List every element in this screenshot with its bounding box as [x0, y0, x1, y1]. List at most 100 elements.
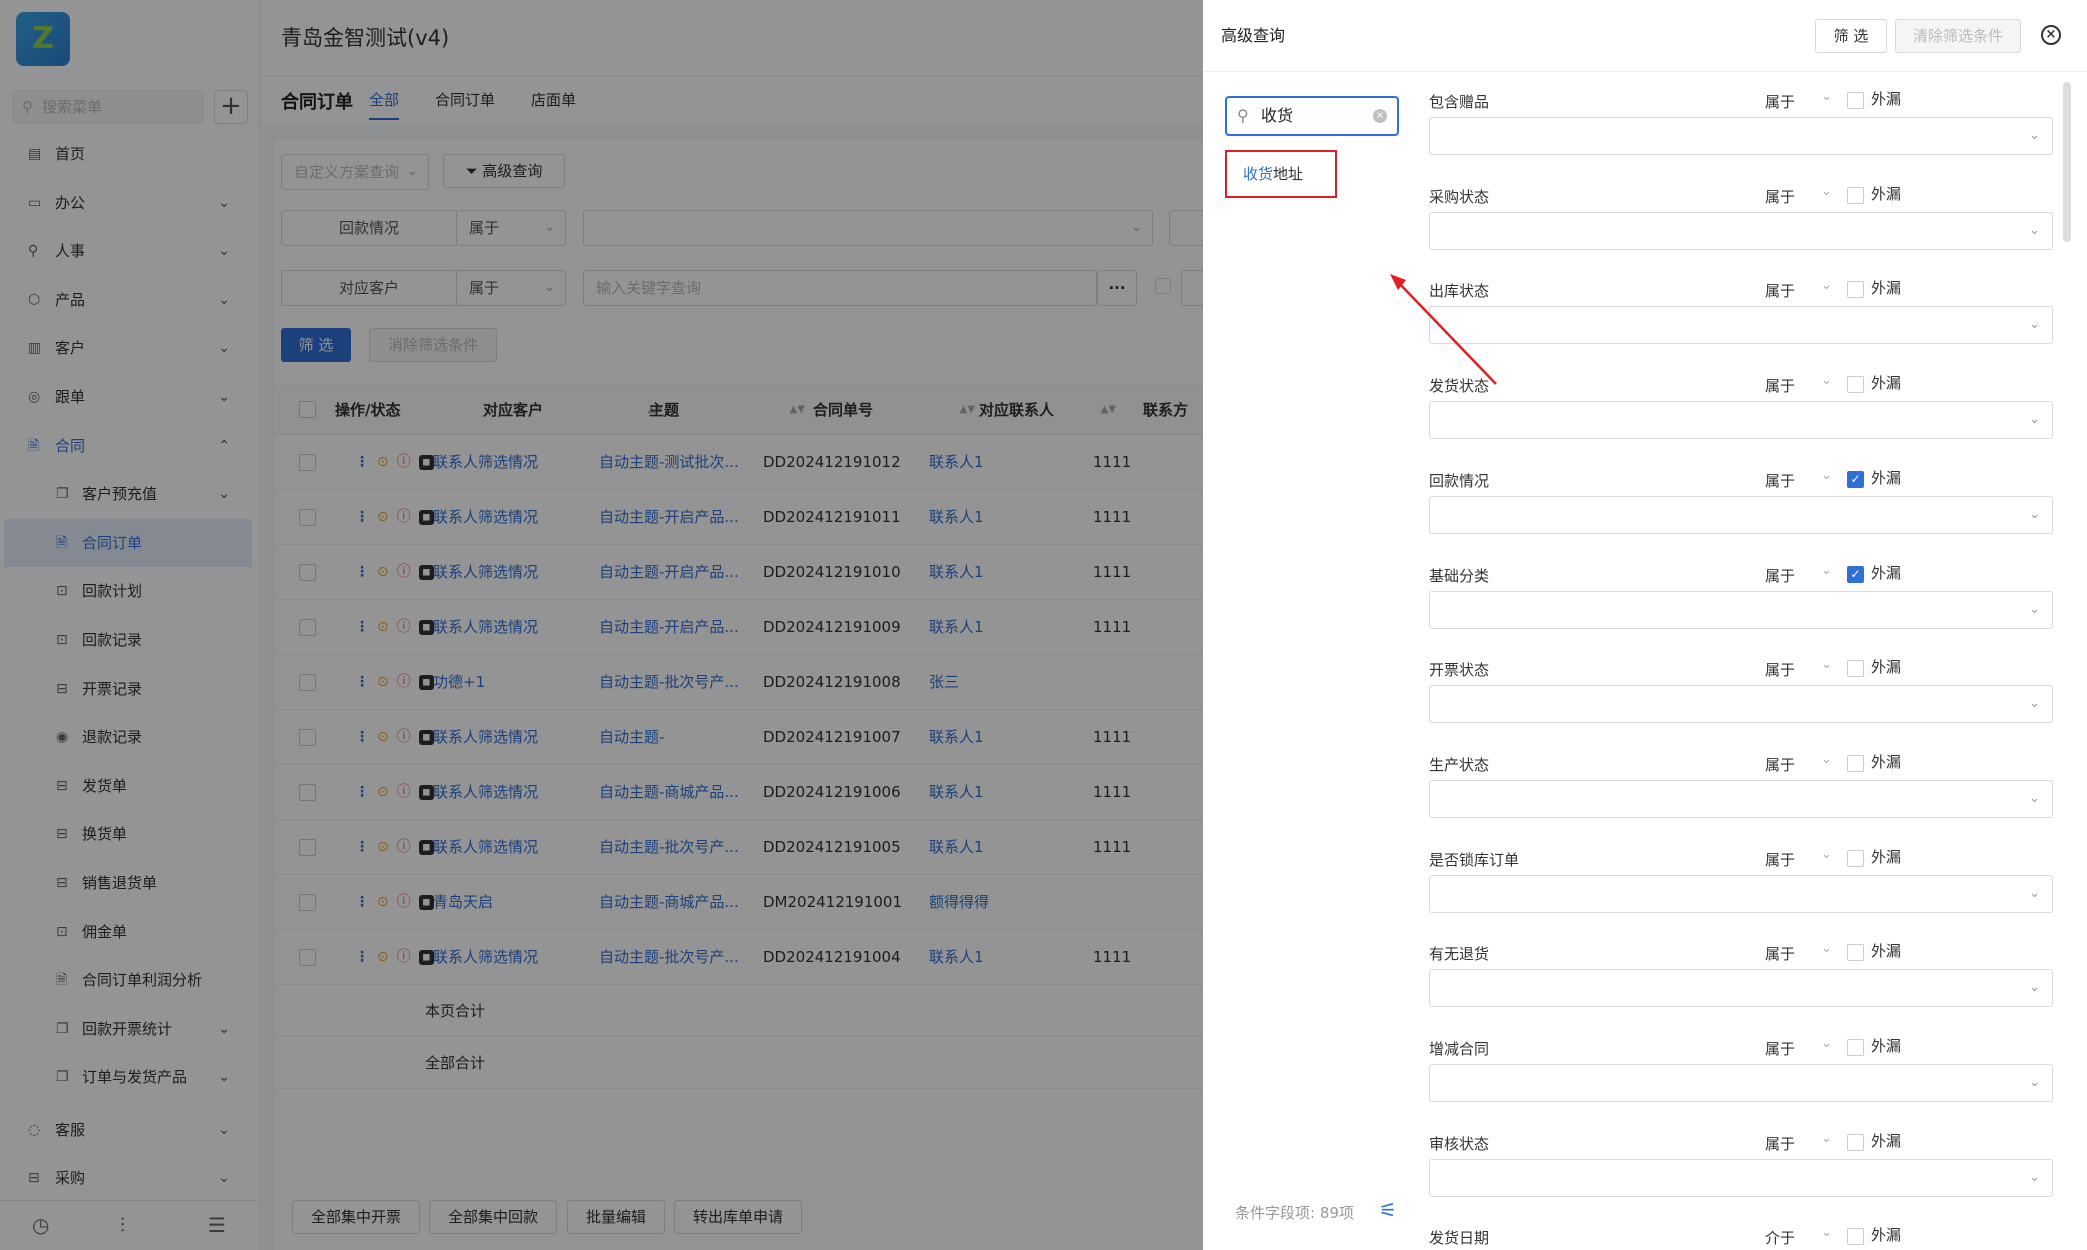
outside-checkbox[interactable]: [1847, 754, 1864, 772]
outside-checkbox[interactable]: [1847, 1228, 1864, 1246]
modal-overlay[interactable]: [0, 0, 1203, 1250]
outside-checkbox[interactable]: [1847, 849, 1864, 867]
condition-operator[interactable]: 属于: [1765, 1038, 1795, 1059]
chevron-down-icon: ⌄: [2029, 696, 2040, 712]
field-search-panel: ⚲ 收货 × 收货地址 条件字段项: 89项 ⚟: [1203, 72, 1399, 1250]
chevron-down-icon: ⌄: [2029, 885, 2040, 901]
close-icon[interactable]: ×: [2041, 25, 2061, 45]
chevron-down-icon[interactable]: ⌄: [1821, 468, 1832, 483]
chevron-down-icon[interactable]: ⌄: [1821, 373, 1832, 388]
chevron-down-icon: ⌄: [2029, 790, 2040, 806]
condition-value-select[interactable]: ⌄: [1429, 495, 2053, 534]
outside-checkbox[interactable]: [1847, 944, 1864, 962]
outside-label: 外漏: [1871, 90, 1902, 108]
chevron-down-icon: ⌄: [2029, 317, 2040, 333]
condition-item: 是否锁库订单 属于 ⌄ 外漏 ⌄: [1413, 830, 2073, 925]
field-search-input[interactable]: ⚲ 收货 ×: [1225, 96, 1399, 136]
chevron-down-icon: ⌄: [2029, 980, 2040, 996]
advanced-query-drawer: 高级查询 筛 选 清除筛选条件 × ⚲ 收货 × 收货地址 条件字段项: 89项…: [1203, 0, 2087, 1250]
outside-label: 外漏: [1871, 1131, 1902, 1150]
search-suggestion[interactable]: 收货地址: [1225, 150, 1337, 198]
condition-label: 有无退货: [1429, 945, 1490, 964]
outside-checkbox[interactable]: [1847, 1039, 1864, 1056]
condition-operator[interactable]: 属于: [1765, 849, 1795, 870]
outside-checkbox[interactable]: [1847, 281, 1864, 299]
condition-label: 出库状态: [1429, 282, 1490, 301]
condition-item: 生产状态 属于 ⌄ 外漏 ⌄: [1413, 735, 2073, 830]
drawer-filter-button[interactable]: 筛 选: [1815, 19, 1887, 53]
outside-checkbox[interactable]: [1847, 92, 1864, 109]
outside-label: 外漏: [1871, 184, 1902, 203]
outside-checkbox[interactable]: ✓: [1847, 565, 1864, 583]
condition-operator[interactable]: 属于: [1765, 1133, 1795, 1154]
condition-label: 生产状态: [1429, 755, 1490, 774]
condition-item: 采购状态 属于 ⌄ 外漏 ⌄: [1413, 167, 2073, 262]
condition-value-select[interactable]: ⌄: [1429, 779, 2053, 818]
condition-item: 开票状态 属于 ⌄ 外漏 ⌄: [1413, 640, 2073, 735]
condition-operator[interactable]: 介于: [1765, 1227, 1795, 1248]
chevron-down-icon: ⌄: [2029, 222, 2040, 238]
outside-checkbox[interactable]: [1847, 186, 1864, 204]
condition-operator[interactable]: 属于: [1765, 565, 1795, 586]
chevron-down-icon[interactable]: ⌄: [1821, 941, 1832, 956]
chevron-down-icon[interactable]: ⌄: [1821, 1225, 1832, 1240]
drawer-title: 高级查询: [1221, 26, 1286, 45]
condition-value-select[interactable]: ⌄: [1429, 1158, 2053, 1197]
condition-value-select[interactable]: ⌄: [1429, 685, 2053, 724]
condition-label: 开票状态: [1429, 661, 1490, 680]
condition-list: 包含赠品 属于 ⌄ 外漏 ⌄ 采购状态 属于 ⌄ 外漏 ⌄ 出库状态 属于 ⌄ 外漏 ⌄ 发货状态 属于 ⌄ 外漏 ⌄…: [1413, 72, 2087, 1250]
chevron-down-icon[interactable]: ⌄: [1821, 1036, 1832, 1051]
condition-item: 包含赠品 属于 ⌄ 外漏 ⌄: [1413, 72, 2073, 167]
condition-operator[interactable]: 属于: [1765, 186, 1795, 207]
condition-item: 发货日期介于⌄外漏⌄: [1413, 1208, 2073, 1250]
condition-operator[interactable]: 属于: [1765, 91, 1795, 112]
outside-label: 外漏: [1871, 847, 1902, 866]
chevron-down-icon[interactable]: ⌄: [1821, 278, 1832, 293]
chevron-down-icon[interactable]: ⌄: [1821, 847, 1832, 862]
condition-value-select[interactable]: ⌄: [1429, 211, 2053, 250]
condition-value-select[interactable]: ⌄: [1429, 1064, 2053, 1102]
condition-operator[interactable]: 属于: [1765, 280, 1795, 301]
clear-input-icon[interactable]: ×: [1373, 109, 1387, 123]
chevron-down-icon: ⌄: [2029, 412, 2040, 428]
chevron-down-icon[interactable]: ⌄: [1821, 1131, 1832, 1146]
outside-label: 外漏: [1871, 468, 1902, 487]
condition-value-select[interactable]: ⌄: [1429, 969, 2053, 1008]
chevron-down-icon: ⌄: [2029, 601, 2040, 617]
search-icon: ⚲: [1237, 106, 1249, 125]
condition-value-select[interactable]: ⌄: [1429, 117, 2053, 155]
chevron-down-icon[interactable]: ⌄: [1821, 89, 1832, 104]
outside-label: 外漏: [1871, 942, 1902, 961]
outside-label: 外漏: [1871, 1226, 1902, 1245]
condition-item: 有无退货 属于 ⌄ 外漏 ⌄: [1413, 924, 2073, 1019]
outside-checkbox[interactable]: ✓: [1847, 470, 1864, 488]
outside-label: 外漏: [1871, 1037, 1902, 1055]
condition-label: 审核状态: [1429, 1134, 1490, 1153]
chevron-down-icon[interactable]: ⌄: [1821, 184, 1832, 199]
condition-label: 发货日期: [1429, 1229, 1490, 1248]
condition-scrollbar[interactable]: [2063, 82, 2071, 242]
condition-operator[interactable]: 属于: [1765, 375, 1795, 396]
drawer-header: 高级查询 筛 选 清除筛选条件 ×: [1203, 0, 2087, 72]
chevron-down-icon[interactable]: ⌄: [1821, 657, 1832, 672]
condition-label: 基础分类: [1429, 566, 1490, 585]
drawer-clear-button[interactable]: 清除筛选条件: [1895, 19, 2021, 53]
condition-value-select[interactable]: ⌄: [1429, 874, 2053, 913]
condition-label: 回款情况: [1429, 471, 1490, 490]
condition-operator[interactable]: 属于: [1765, 754, 1795, 775]
chevron-down-icon[interactable]: ⌄: [1821, 563, 1832, 578]
condition-operator[interactable]: 属于: [1765, 943, 1795, 964]
condition-label: 发货状态: [1429, 377, 1490, 396]
condition-value-select[interactable]: ⌄: [1429, 306, 2053, 345]
condition-operator[interactable]: 属于: [1765, 470, 1795, 491]
outside-checkbox[interactable]: [1847, 660, 1864, 678]
condition-value-select[interactable]: ⌄: [1429, 401, 2053, 440]
chevron-down-icon: ⌄: [2029, 1169, 2040, 1185]
outside-checkbox[interactable]: [1847, 1133, 1864, 1151]
field-settings-icon[interactable]: ⚟: [1379, 1198, 1397, 1222]
condition-operator[interactable]: 属于: [1765, 659, 1795, 680]
outside-checkbox[interactable]: [1847, 376, 1864, 394]
chevron-down-icon[interactable]: ⌄: [1821, 752, 1832, 767]
condition-value-select[interactable]: ⌄: [1429, 590, 2053, 629]
condition-item: 发货状态 属于 ⌄ 外漏 ⌄: [1413, 356, 2073, 451]
